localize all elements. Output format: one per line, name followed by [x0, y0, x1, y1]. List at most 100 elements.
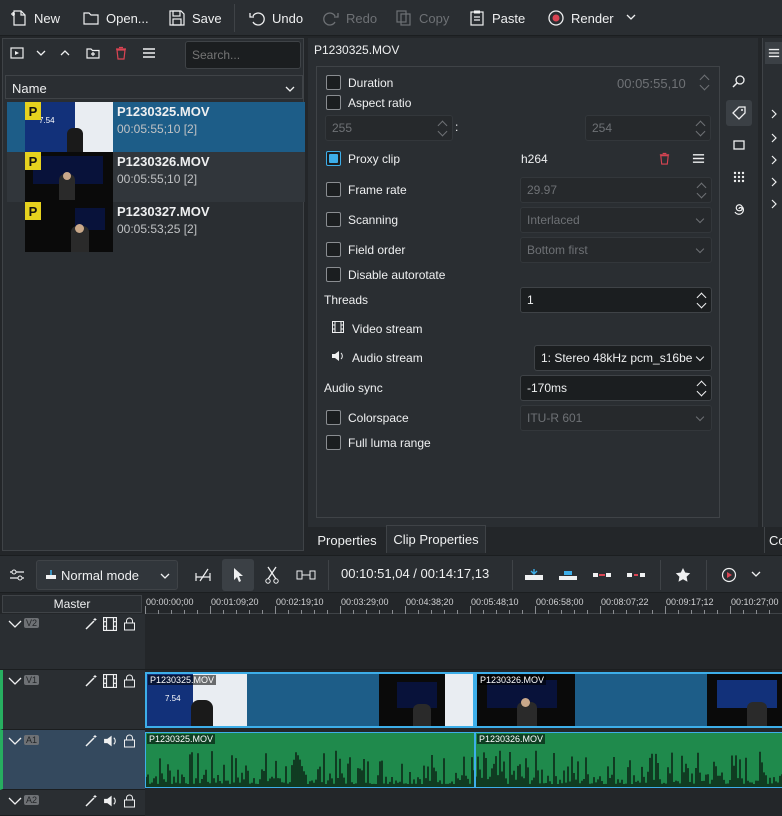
favorite-effects-button[interactable] [672, 564, 694, 586]
collapse-chevron-icon[interactable] [8, 736, 22, 746]
aspect-height-input[interactable]: 254 [585, 115, 711, 141]
lift-zone-button[interactable] [624, 564, 648, 586]
proxy-menu-button[interactable] [690, 150, 706, 166]
effects-wand-icon[interactable] [84, 794, 98, 808]
metadata-tab[interactable] [726, 164, 752, 190]
effects-wand-icon[interactable] [84, 674, 98, 688]
add-folder-button[interactable] [85, 45, 101, 61]
collapse-chevron-icon[interactable] [8, 676, 22, 686]
bin-item[interactable]: P P1230327.MOV 00:05:53;25 [2] [7, 202, 305, 252]
open-button[interactable]: Open... [82, 4, 149, 32]
timeline-video-clip[interactable]: P1230326.MOV [475, 672, 782, 728]
full-luma-checkbox[interactable] [326, 435, 341, 450]
paste-button[interactable]: Paste [468, 4, 525, 32]
extract-icon [593, 573, 611, 577]
collapse-chevron-icon[interactable] [8, 619, 22, 629]
add-clip-menu-button[interactable] [33, 45, 49, 61]
effects-wand-icon[interactable] [84, 617, 98, 631]
scanning-checkbox[interactable] [326, 212, 341, 227]
duration-checkbox[interactable] [326, 75, 341, 90]
save-button[interactable]: Save [168, 4, 222, 32]
spiral-icon [734, 204, 744, 215]
tab-properties[interactable]: Properties [310, 527, 384, 553]
audio-stream-value: 1: Stereo 48kHz pcm_s16be [541, 351, 693, 365]
lock-icon[interactable] [123, 674, 136, 688]
lock-icon[interactable] [123, 794, 136, 808]
field-order-checkbox[interactable] [326, 242, 341, 257]
frame-rate-checkbox[interactable] [326, 182, 341, 197]
speaker-icon[interactable] [103, 734, 117, 748]
film-icon[interactable] [103, 674, 117, 688]
redo-button[interactable]: Redo [322, 4, 377, 32]
audio-stream-select[interactable]: 1: Stereo 48kHz pcm_s16be [534, 345, 712, 371]
timeline-settings-button[interactable] [8, 566, 26, 584]
edit-mode-select[interactable]: Normal mode [36, 560, 178, 590]
master-button[interactable]: Master [2, 595, 142, 613]
go-up-button[interactable] [57, 45, 73, 61]
collapse-chevron-icon[interactable] [8, 796, 22, 806]
track-lane-a1[interactable]: P1230325.MOV P1230326.MOV [145, 730, 782, 790]
aspect-ratio-checkbox[interactable] [326, 95, 341, 110]
proxy-badge: P [25, 152, 41, 170]
copy-button[interactable]: Copy [395, 4, 449, 32]
tab-right-partial[interactable]: Co [764, 527, 782, 553]
file-info-tab[interactable] [726, 68, 752, 94]
lock-icon[interactable] [123, 734, 136, 748]
bin-item[interactable]: 7.54 P P1230325.MOV 00:05:55;10 [2] [7, 102, 305, 152]
timeline-preview-button[interactable] [718, 564, 740, 586]
track-lane-v1[interactable]: 7.54 P1230325.MOV P1230326.MOV [145, 670, 782, 730]
frame-rate-input[interactable]: 29.97 [520, 177, 712, 203]
lock-icon[interactable] [123, 617, 136, 631]
field-order-select[interactable]: Bottom first [520, 237, 712, 263]
effects-wand-icon[interactable] [84, 734, 98, 748]
aspect-width-input[interactable]: 255 [325, 115, 453, 141]
render-button[interactable]: Render [547, 4, 614, 32]
selection-tool-button[interactable] [222, 559, 254, 591]
delete-clip-button[interactable] [113, 45, 129, 61]
bin-search-input[interactable] [185, 41, 301, 69]
add-clip-button[interactable] [9, 45, 25, 61]
timeline-audio-clip[interactable]: P1230325.MOV [145, 732, 475, 788]
render-menu-button[interactable] [624, 10, 638, 24]
duration-value: 00:05:55,10 [617, 76, 686, 91]
timeline-ruler[interactable]: 00:00:00;00 00:01:09;20 00:02:19;10 00:03:2… [145, 594, 782, 614]
analysis-tab[interactable] [726, 196, 752, 222]
razor-effect-button[interactable] [192, 564, 214, 586]
timeline-audio-clip[interactable]: P1230326.MOV [475, 732, 782, 788]
extract-zone-button[interactable] [590, 564, 614, 586]
tab-clip-properties[interactable]: Clip Properties [386, 525, 486, 553]
razor-tool-button[interactable] [261, 564, 283, 586]
undo-button[interactable]: Undo [248, 4, 303, 32]
audio-sync-input[interactable]: -170ms [520, 375, 712, 401]
proxy-clip-checkbox[interactable] [326, 151, 341, 166]
threads-input[interactable]: 1 [520, 287, 712, 313]
markers-tab[interactable] [726, 132, 752, 158]
delete-proxy-button[interactable] [656, 150, 672, 166]
track-lane-a2[interactable] [145, 790, 782, 816]
film-icon[interactable] [103, 617, 117, 631]
properties-tab[interactable] [726, 100, 752, 126]
duration-spinner[interactable] [698, 73, 710, 93]
edit-mode-value: Normal mode [61, 567, 140, 583]
scanning-select[interactable]: Interlaced [520, 207, 712, 233]
insert-clip-button[interactable] [522, 564, 546, 586]
timeline-preview-menu-button[interactable] [748, 566, 764, 582]
right-panel-menu-button[interactable] [765, 42, 782, 64]
proxy-badge: P [25, 202, 41, 220]
chevron-right-icons[interactable] [769, 104, 779, 224]
speaker-icon[interactable] [103, 794, 117, 808]
bin-item[interactable]: P P1230326.MOV 00:05:55;10 [2] [7, 152, 305, 202]
colorspace-checkbox[interactable] [326, 410, 341, 425]
colorspace-select[interactable]: ITU-R 601 [520, 405, 712, 431]
rectangle-icon [733, 140, 745, 150]
disable-autorotate-checkbox[interactable] [326, 267, 341, 282]
timeline-video-clip[interactable]: 7.54 P1230325.MOV [145, 672, 475, 728]
overwrite-clip-button[interactable] [556, 564, 580, 586]
spacer-tool-button[interactable] [294, 564, 318, 586]
bin-menu-button[interactable] [141, 45, 157, 61]
clip-duration: 00:05:53;25 [2] [117, 222, 198, 236]
bin-column-header[interactable]: Name [5, 75, 303, 99]
track-lane-v2[interactable] [145, 614, 782, 670]
new-button[interactable]: New [10, 4, 60, 32]
track-header-a1: A1 [0, 730, 145, 790]
